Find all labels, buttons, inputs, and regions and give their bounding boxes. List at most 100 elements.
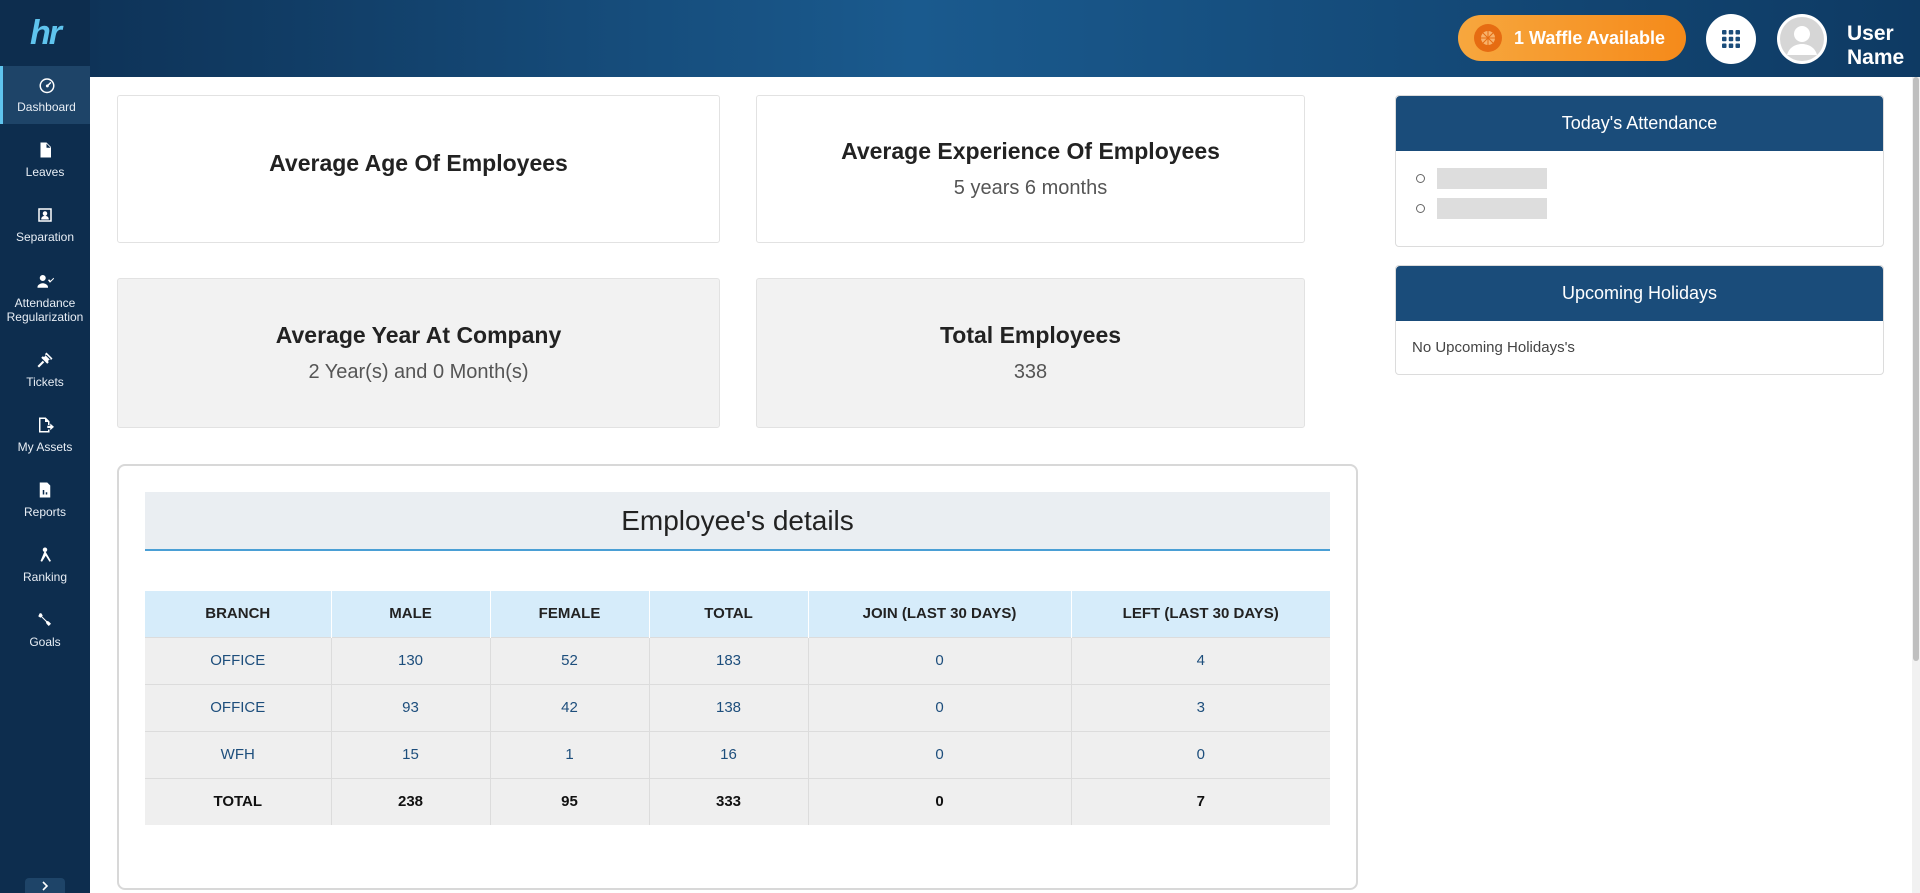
sidebar-item-label: Separation [15,230,75,244]
loading-placeholder [1437,167,1547,189]
stat-value: 2 Year(s) and 0 Month(s) [308,361,529,383]
waffle-available-button[interactable]: 1 Waffle Available [1458,15,1686,61]
sidebar: hr Dashboard Leaves Separation Attendanc… [0,0,90,893]
table-cell: 95 [490,777,650,825]
sidebar-item-my-assets[interactable]: My Assets [0,406,90,464]
table-cell: 0 [808,636,1072,684]
user-frame-icon [38,208,52,222]
chevron-right-icon [42,880,49,891]
stat-card-average-year-at-company: Average Year At Company 2 Year(s) and 0 … [117,278,720,428]
loading-placeholder [1437,197,1547,219]
bullet-icon [1416,173,1425,183]
sidebar-item-leaves[interactable]: Leaves [0,131,90,189]
user-name[interactable]: User Name [1847,22,1920,70]
bullet-icon [1416,203,1425,213]
sidebar-item-label: Leaves [25,165,65,179]
table-cell: 0 [808,683,1072,731]
page-scrollbar-thumb[interactable] [1913,77,1919,661]
table-cell: 7 [1071,777,1330,825]
column-header-male: MALE [331,591,491,637]
sidebar-item-label: Dashboard [17,100,76,114]
waffle-label: 1 Waffle Available [1514,27,1666,48]
sidebar-item-label: My Assets [17,440,73,454]
table-cell: 42 [490,683,650,731]
table-cell: 183 [649,636,809,684]
sidebar-item-label: Goals [29,635,61,649]
table-cell: 130 [331,636,491,684]
file-export-icon [39,417,54,433]
todays-attendance-panel: Today's Attendance [1395,95,1884,247]
table-cell: 138 [649,683,809,731]
sidebar-item-ranking[interactable]: Ranking [0,536,90,594]
table-total-row: TOTAL 238 95 333 0 7 [145,777,1330,825]
logo-text: hr [30,13,62,52]
table-cell: 1 [490,730,650,778]
stat-value: 338 [1013,361,1048,383]
column-header-join: JOIN (LAST 30 DAYS) [808,591,1072,637]
user-avatar-icon [1780,17,1824,61]
table-cell: 15 [331,730,491,778]
ticket-icon [37,352,53,368]
table-cell: 93 [331,683,491,731]
sidebar-item-label: Attendance Regularization [6,296,84,324]
table-cell: 333 [649,777,809,825]
upcoming-holidays-panel: Upcoming Holidays No Upcoming Holidays's [1395,265,1884,375]
table-row: WFH 15 1 16 0 0 [145,730,1330,778]
gauge-icon [39,78,54,94]
stat-card-total-employees: Total Employees 338 [756,278,1305,428]
sidebar-expand-button[interactable] [25,878,65,893]
stat-card-average-age: Average Age Of Employees [117,95,720,243]
table-cell: 0 [808,730,1072,778]
list-item [1416,163,1883,193]
column-header-branch: BRANCH [145,591,332,637]
table-cell: 0 [808,777,1072,825]
table-cell: OFFICE [145,636,332,684]
sidebar-item-attendance-regularization[interactable]: Attendance Regularization [0,265,90,331]
sidebar-item-goals[interactable]: Goals [0,601,90,659]
sidebar-item-label: Ranking [22,570,68,584]
column-header-left: LEFT (LAST 30 DAYS) [1071,591,1330,637]
avatar[interactable] [1777,14,1827,64]
panel-title: Today's Attendance [1396,96,1883,151]
table-row: OFFICE 93 42 138 0 3 [145,683,1330,731]
column-header-total: TOTAL [649,591,809,637]
sidebar-item-reports[interactable]: Reports [0,471,90,529]
table-row: OFFICE 130 52 183 0 4 [145,636,1330,684]
table-cell: 16 [649,730,809,778]
stat-title: Average Experience Of Employees [841,138,1220,164]
table-cell: 0 [1071,730,1330,778]
attendance-list [1396,151,1883,223]
sidebar-item-dashboard[interactable]: Dashboard [0,66,90,124]
grid-icon [1722,30,1740,48]
table-cell: OFFICE [145,683,332,731]
stat-title: Total Employees [939,322,1122,348]
ranking-icon [40,547,51,562]
employee-details-table: BRANCH MALE FEMALE TOTAL JOIN (LAST 30 D… [145,591,1330,825]
apps-grid-button[interactable] [1706,14,1756,64]
waffle-icon [1474,24,1502,52]
table-cell: WFH [145,730,332,778]
holidays-empty-text: No Upcoming Holidays's [1412,339,1575,356]
stat-title: Average Age Of Employees [269,149,568,176]
table-cell: 3 [1071,683,1330,731]
table-cell: 52 [490,636,650,684]
sidebar-item-label: Tickets [26,375,64,389]
app-logo[interactable]: hr [0,0,90,66]
goal-icon [38,613,51,626]
sidebar-item-separation[interactable]: Separation [0,196,90,254]
sidebar-item-tickets[interactable]: Tickets [0,341,90,399]
stat-card-average-experience: Average Experience Of Employees 5 years … [756,95,1305,243]
table-cell: TOTAL [145,777,332,825]
report-icon [39,482,51,498]
table-cell: 238 [331,777,491,825]
list-item [1416,193,1883,223]
sidebar-item-label: Reports [23,505,67,519]
document-icon [40,142,51,158]
stat-title: Average Year At Company [275,322,562,348]
stat-value: 5 years 6 months [953,177,1108,199]
panel-title: Upcoming Holidays [1396,266,1883,321]
user-check-icon [37,275,54,288]
table-cell: 4 [1071,636,1330,684]
employee-details-title: Employee's details [145,492,1330,551]
top-bar: 1 Waffle Available User Name [90,0,1920,77]
